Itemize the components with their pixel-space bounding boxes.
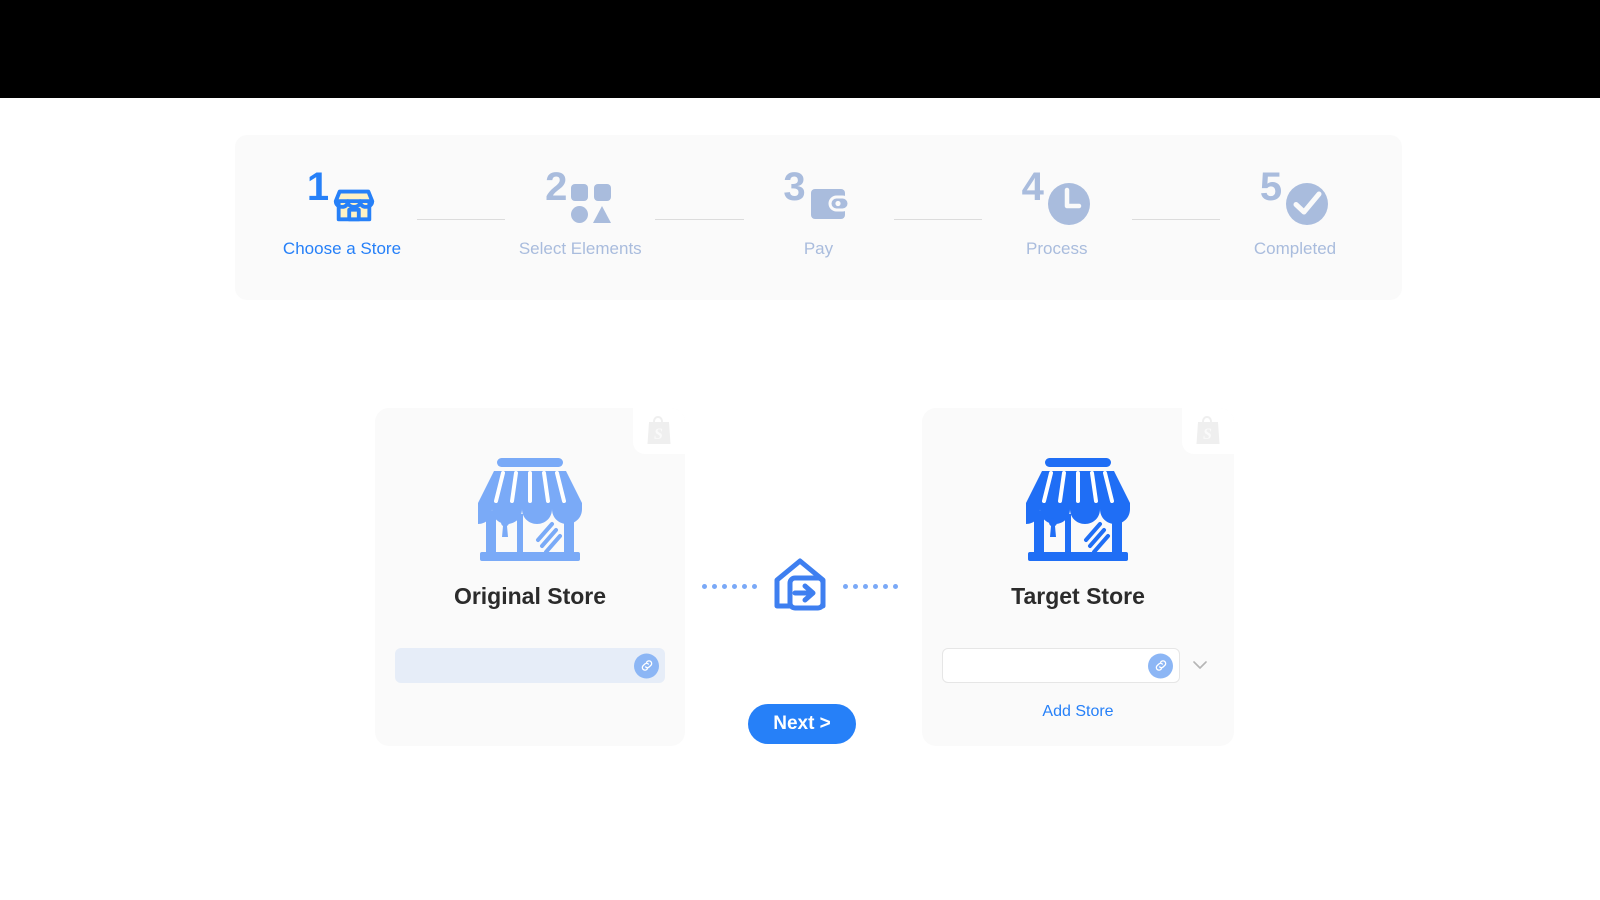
step-2-number: 2: [545, 165, 568, 209]
stepper-steps-row: 1 Choose a Store 2 Select Elements 3 Pay…: [235, 135, 1402, 300]
target-store-card: S Target Store Add Store: [922, 408, 1234, 746]
next-button[interactable]: Next >: [748, 704, 856, 744]
check-circle-icon: [1284, 181, 1330, 227]
step-5-number: 5: [1259, 165, 1283, 209]
step-4-number: 4: [1021, 165, 1044, 209]
step-4-label: Process: [1026, 239, 1088, 258]
step-connector-4-5: [1131, 219, 1220, 220]
shapes-icon: [569, 181, 615, 227]
transfer-dots-right: [843, 583, 898, 589]
wallet-icon: [808, 181, 854, 227]
storefront-icon: [470, 456, 590, 571]
original-store-card: S Original Store: [375, 408, 685, 746]
original-store-input-wrap[interactable]: [395, 648, 665, 683]
stepper-step-1[interactable]: 1 Choose a Store: [267, 165, 417, 259]
original-store-input-row: [395, 648, 665, 683]
target-store-url-input[interactable]: [943, 649, 1180, 682]
step-1-number: 1: [306, 165, 330, 209]
step-2-top: 2: [545, 165, 615, 231]
step-4-top: 4: [1021, 165, 1092, 231]
target-store-input-wrap[interactable]: [942, 648, 1181, 683]
stepper-step-3[interactable]: 3 Pay: [744, 165, 894, 259]
svg-text:S: S: [1203, 426, 1212, 443]
step-3-top: 3: [783, 165, 854, 231]
original-store-url-input[interactable]: [395, 648, 665, 683]
storefront-icon: [331, 181, 377, 227]
target-store-input-row: [942, 648, 1214, 683]
step-3-number: 3: [783, 165, 806, 209]
store-transfer-icon: [771, 556, 829, 617]
step-1-label: Choose a Store: [282, 239, 402, 258]
page-root: 1 Choose a Store 2 Select Elements 3 Pay…: [0, 0, 1600, 900]
step-connector-2-3: [655, 219, 744, 220]
stepper-panel: 1 Choose a Store 2 Select Elements 3 Pay…: [235, 135, 1402, 300]
transfer-indicator: [700, 558, 900, 614]
step-5-top: 5: [1259, 165, 1330, 231]
stepper-step-5[interactable]: 5 Completed: [1220, 165, 1370, 259]
stepper-step-4[interactable]: 4 Process: [982, 165, 1132, 259]
add-store-link[interactable]: Add Store: [922, 703, 1234, 721]
top-black-bar: [0, 0, 1600, 98]
step-2-label: Select Elements: [518, 239, 642, 258]
original-store-title: Original Store: [453, 583, 607, 609]
link-icon[interactable]: [1148, 653, 1174, 678]
target-store-title: Target Store: [1011, 583, 1145, 609]
step-3-label: Pay: [803, 239, 834, 258]
transfer-dots-left: [702, 583, 757, 589]
step-5-label: Completed: [1253, 239, 1337, 258]
clock-icon: [1046, 181, 1092, 227]
step-1-top: 1: [306, 165, 377, 231]
svg-text:S: S: [654, 426, 663, 443]
shopify-bag-icon: S: [1182, 408, 1234, 454]
shopify-bag-icon: S: [633, 408, 685, 454]
stepper-step-2[interactable]: 2 Select Elements: [505, 165, 655, 259]
step-connector-1-2: [417, 219, 506, 220]
step-connector-3-4: [893, 219, 982, 220]
storefront-icon: [1018, 456, 1138, 571]
link-icon[interactable]: [634, 653, 659, 678]
chevron-down-icon[interactable]: [1186, 652, 1214, 680]
